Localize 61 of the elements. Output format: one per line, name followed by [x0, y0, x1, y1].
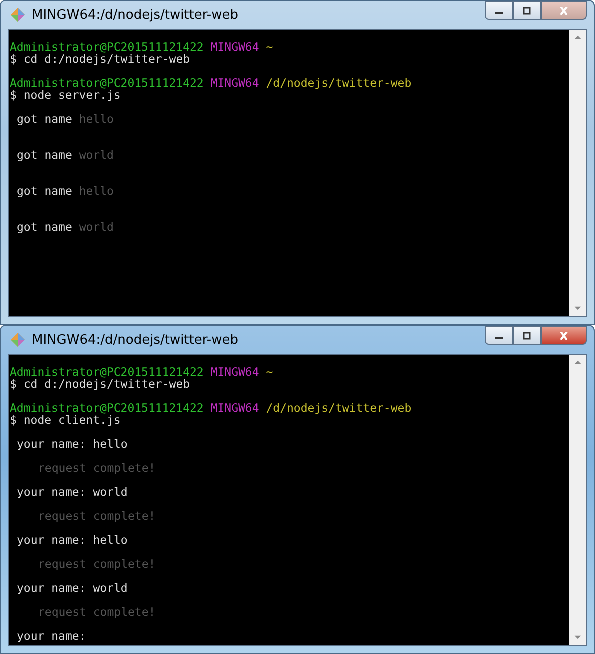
- command-text: node server.js: [24, 88, 121, 102]
- log-value: hello: [79, 184, 114, 198]
- status-text: request complete!: [38, 605, 156, 619]
- maximize-button[interactable]: [513, 1, 541, 20]
- input-label: your name:: [17, 581, 86, 595]
- scroll-down-icon[interactable]: [574, 635, 582, 640]
- input-label: your name:: [17, 533, 86, 547]
- prompt-user: Administrator@PC201511121422: [10, 365, 204, 379]
- input-value: hello: [93, 437, 128, 451]
- close-icon: [558, 6, 570, 14]
- maximize-button[interactable]: [513, 326, 541, 345]
- log-label: got name: [17, 220, 72, 234]
- prompt-path: /d/nodejs/twitter-web: [266, 76, 412, 90]
- scrollbar[interactable]: [569, 355, 586, 645]
- prompt-path: /d/nodejs/twitter-web: [266, 401, 412, 415]
- log-label: got name: [17, 112, 72, 126]
- prompt-user: Administrator@PC201511121422: [10, 401, 204, 415]
- input-value: world: [93, 581, 128, 595]
- minimize-button[interactable]: [485, 1, 513, 20]
- prompt-host: MINGW64: [210, 365, 260, 379]
- log-label: got name: [17, 184, 72, 198]
- scroll-down-icon[interactable]: [574, 306, 582, 311]
- prompt-path: ~: [266, 365, 274, 379]
- log-value: hello: [79, 112, 114, 126]
- minimize-button[interactable]: [485, 326, 513, 345]
- window-title: MINGW64:/d/nodejs/twitter-web: [32, 8, 238, 22]
- input-value: hello: [93, 533, 128, 547]
- diamond-app-icon: [10, 332, 26, 348]
- prompt-user: Administrator@PC201511121422: [10, 76, 204, 90]
- status-text: request complete!: [38, 461, 156, 475]
- prompt-symbol: $: [10, 52, 17, 66]
- log-label: got name: [17, 148, 72, 162]
- status-text: request complete!: [38, 557, 156, 571]
- close-button[interactable]: [541, 326, 587, 345]
- input-value: world: [93, 485, 128, 499]
- prompt-host: MINGW64: [210, 76, 260, 90]
- prompt-symbol: $: [10, 88, 17, 102]
- diamond-app-icon: [10, 7, 26, 23]
- command-text: node client.js: [24, 413, 121, 427]
- input-label: your name:: [17, 629, 86, 643]
- prompt-path: ~: [266, 40, 274, 54]
- maximize-icon: [521, 332, 533, 340]
- input-label: your name:: [17, 437, 86, 451]
- prompt-user: Administrator@PC201511121422: [10, 40, 204, 54]
- scrollbar[interactable]: [569, 30, 586, 316]
- status-text: request complete!: [38, 509, 156, 523]
- command-text: cd d:/nodejs/twitter-web: [24, 52, 190, 66]
- scroll-up-icon[interactable]: [574, 35, 582, 40]
- prompt-host: MINGW64: [210, 401, 260, 415]
- close-button[interactable]: [541, 1, 587, 20]
- log-value: world: [79, 220, 114, 234]
- input-label: your name:: [17, 485, 86, 499]
- maximize-icon: [521, 6, 533, 14]
- prompt-host: MINGW64: [210, 40, 260, 54]
- prompt-symbol: $: [10, 377, 17, 391]
- close-icon: [558, 332, 570, 340]
- prompt-symbol: $: [10, 413, 17, 427]
- command-text: cd d:/nodejs/twitter-web: [24, 377, 190, 391]
- log-value: world: [79, 148, 114, 162]
- scroll-up-icon[interactable]: [574, 360, 582, 365]
- window-title: MINGW64:/d/nodejs/twitter-web: [32, 332, 238, 348]
